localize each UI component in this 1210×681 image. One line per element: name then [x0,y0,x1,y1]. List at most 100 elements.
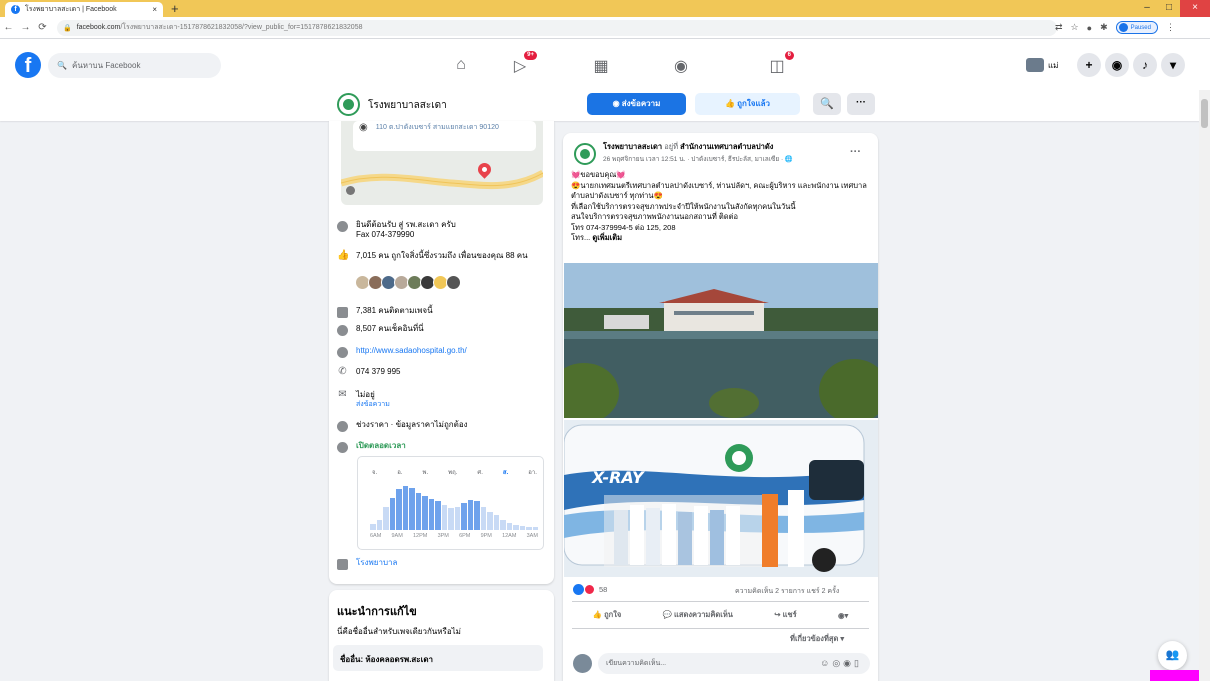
hour-label: 3PM [437,533,449,539]
notifications-bell-icon[interactable]: ♪ [1133,53,1157,77]
hour-label: 6AM [370,533,382,539]
profile-name: แม่ [1048,60,1059,70]
new-message-fab-icon[interactable]: 👥 [1158,641,1187,670]
alt-name-box[interactable]: ชื่ออื่น: ห้องคลอดรพ.สะเดา [333,645,543,671]
post-line: สนใจบริการตรวจสุขภาพพนักงานนอกสถานที่ ติ… [571,212,739,221]
info-checkins: 8,507 คนเช็คอินที่นี่ [337,324,542,336]
profile-paused-button[interactable]: Paused [1115,21,1158,34]
scrollbar-thumb[interactable] [1201,99,1208,128]
send-message-button[interactable]: ◉ ส่งข้อความ [587,93,686,115]
post-options-icon[interactable]: ··· [850,146,861,158]
gaming-icon[interactable]: ◫ 6 [762,51,794,78]
xray-bus-team-image [564,420,878,577]
comment-sort-dropdown[interactable]: ที่เกี่ยวข้องที่สุด ▾ [790,633,844,645]
map-compass-icon [346,186,355,195]
watch-icon[interactable]: ▷ 9+ [505,51,537,78]
busyness-bar [513,524,519,530]
hours-status[interactable]: เปิดตลอดเวลา [356,441,406,453]
busyness-bar [493,515,499,530]
post-photo-building[interactable] [564,263,878,418]
minimize-button[interactable]: – [1136,0,1158,17]
divider [572,628,869,629]
extensions-puzzle-icon[interactable]: ✱ [1100,22,1108,33]
reaction-picker-button[interactable]: ◉▾ [838,611,848,620]
messenger-icon[interactable]: ◉ [1105,53,1129,77]
post-photo-xray-bus[interactable]: X-RAY [564,420,878,577]
tab-close-icon[interactable]: × [152,5,157,14]
clock-icon [337,442,348,453]
comment-input[interactable]: เขียนความคิดเห็น... ☺◎◉▯ [598,653,870,674]
comment-tools-icons[interactable]: ☺◎◉▯ [820,658,862,669]
profile-shortcut[interactable]: แม่ [1026,58,1058,72]
busyness-bar [402,485,408,530]
search-icon: 🔍 [57,61,67,70]
comment-placeholder: เขียนความคิดเห็น... [606,660,667,667]
popular-times-bars [370,478,538,530]
page-more-button[interactable]: ··· [847,93,875,115]
close-window-button[interactable]: × [1180,0,1210,17]
comment-action-button[interactable]: 💬 แสดงความคิดเห็น [663,609,733,621]
home-icon[interactable]: ⌂ [446,56,476,78]
post-stats[interactable]: ความคิดเห็น 2 รายการ แชร์ 2 ครั้ง [735,586,839,597]
busyness-bar [487,511,493,530]
message-icon: ✉ [338,389,347,400]
browser-tab[interactable]: f โรงพยาบาลสะเดา | Facebook × [5,2,163,17]
category-link[interactable]: โรงพยาบาล [356,558,397,570]
suggest-edits-title: แนะนำการแก้ไข [337,606,417,618]
browser-menu-icon[interactable]: ⋮ [1166,22,1175,33]
weekday-tab[interactable]: ศ. [477,467,482,477]
busyness-bar [409,488,415,530]
send-message-link[interactable]: ส่งข้อความ [356,400,390,410]
busyness-bar [428,498,434,530]
map-address: ◉ 110 ต.ปาดังเบซาร์ สามแยกสะเดา 90120 [353,121,536,151]
website-link[interactable]: http://www.sadaohospital.go.th/ [356,346,467,358]
address-bar: ← → ⟳ 🔒 facebook.com /โรงพยาบาลสะเดา-151… [0,17,1210,39]
page-search-button[interactable]: 🔍 [813,93,841,115]
weekday-tab[interactable]: อ. [397,467,402,477]
avatar [1026,58,1044,72]
busyness-bar [454,506,460,530]
translate-icon[interactable]: ⇄ [1055,22,1063,33]
reactions-summary[interactable]: 58 [573,584,607,595]
url-field[interactable]: 🔒 facebook.com /โรงพยาบาลสะเดา-151787862… [57,19,1057,36]
new-tab-button[interactable]: + [171,2,179,15]
post-author-avatar[interactable] [574,143,596,165]
post-text: 💓ขอขอบคุณ💓 😍นายกเทศมนตรีเทศบาลตำบลปาดังเ… [571,170,871,244]
page-logo[interactable] [337,93,360,116]
phone-icon: ✆ [338,366,347,377]
post-meta[interactable]: 26 พฤศจิกายน เวลา 12:51 น. · ปาดังเบซาร์… [603,154,833,164]
reload-icon[interactable]: ⟳ [34,22,51,33]
maximize-button[interactable]: □ [1158,0,1180,17]
likes-text[interactable]: 7,015 คน ถูกใจสิ่งนี้ซึ่งรวมถึง เพื่อนขอ… [356,251,528,261]
back-icon[interactable]: ← [0,22,17,33]
page-title[interactable]: โรงพยาบาลสะเดา [368,98,447,113]
facebook-search-input[interactable]: 🔍 ค้นหาบน Facebook [48,53,221,78]
see-more-link[interactable]: ดูเพิ่มเติม [592,233,622,242]
weekday-tab[interactable]: อา. [528,467,537,477]
liked-button[interactable]: 👍 ถูกใจแล้ว [695,93,800,115]
bookmark-star-icon[interactable]: ☆ [1071,22,1079,33]
weekday-tab[interactable]: พ. [423,467,429,477]
share-action-button[interactable]: ↪ แชร์ [774,609,796,621]
weekday-tab[interactable]: พฤ. [448,467,457,477]
create-icon[interactable]: + [1077,53,1101,77]
post-header: โรงพยาบาลสะเดา อยู่ที่ สำนักงานเทศบาลตำบ… [603,142,848,152]
hour-axis-labels: 6AM 9AM 12PM 3PM 6PM 9PM 12AM 3AM [370,533,538,539]
forward-icon[interactable]: → [17,22,34,33]
search-placeholder: ค้นหาบน Facebook [71,61,141,70]
url-path: /โรงพยาบาลสะเดา-1517878621832058/?view_p… [120,24,363,31]
page-scrollbar[interactable] [1199,90,1210,681]
groups-icon[interactable]: ◉ [666,56,696,78]
post-author[interactable]: โรงพยาบาลสะเดา [603,142,662,151]
post-line: 💓ขอขอบคุณ💓 [571,170,626,179]
facebook-logo[interactable]: f [15,52,41,78]
post-location[interactable]: สำนักงานเทศบาลตำบลปาดัง [680,142,773,151]
like-action-button[interactable]: 👍 ถูกใจ [593,609,622,621]
busyness-bar [370,523,376,530]
marketplace-icon[interactable]: ▦ [586,56,616,78]
extension-circle-icon[interactable]: ● [1087,23,1092,33]
weekday-tab[interactable]: ส. [503,467,508,477]
account-menu-chevron-icon[interactable]: ▾ [1161,53,1185,77]
friends-avatars[interactable] [355,275,461,290]
weekday-tab[interactable]: จ. [372,467,377,477]
